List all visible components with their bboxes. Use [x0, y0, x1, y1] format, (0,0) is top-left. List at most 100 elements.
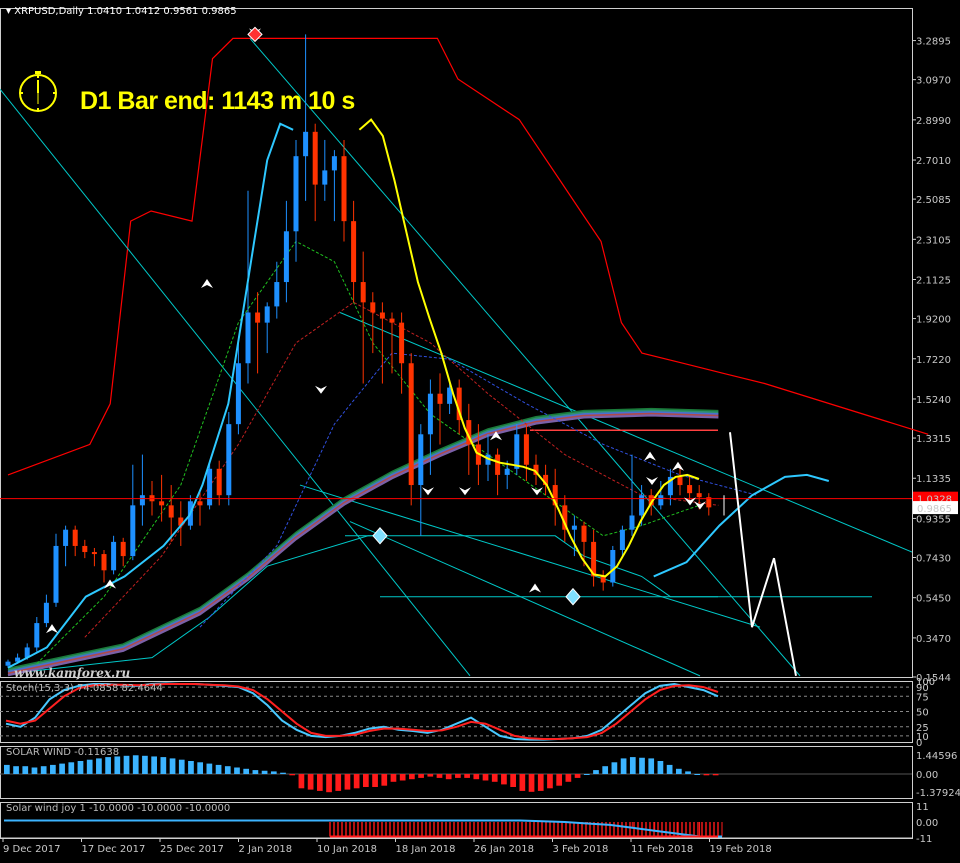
solar-bar	[59, 763, 65, 774]
price-tick-label: 2.3105	[916, 235, 951, 246]
candle-body	[341, 156, 347, 222]
chevron-down-icon[interactable]: ▾	[6, 6, 11, 17]
candle-body	[43, 602, 49, 624]
solar-bar	[445, 774, 452, 780]
solar-bar	[160, 757, 167, 774]
candle-body	[399, 322, 405, 364]
stoch-tick-label: 75	[916, 692, 929, 703]
candle-body	[322, 170, 328, 185]
lower-band-line	[7, 535, 872, 675]
candle-body	[235, 363, 241, 425]
solar-bar	[510, 774, 516, 787]
candle-body	[197, 501, 203, 506]
ma-ribbon-line	[7, 409, 719, 672]
candle-body	[629, 515, 635, 530]
diamond-marker-icon	[372, 527, 388, 545]
price-tick-label: 1.9200	[916, 315, 951, 326]
solar-bar	[556, 774, 563, 786]
ma-dashed-blue	[199, 352, 757, 628]
solar-bar	[151, 756, 157, 774]
trendline	[249, 38, 801, 677]
stoch-tick-label: 0	[916, 738, 922, 749]
price-tick-label: 0.9355	[916, 514, 951, 525]
candle-body	[101, 554, 107, 571]
candle-body	[91, 552, 97, 555]
solar-bar	[593, 770, 599, 774]
solar-bar	[639, 757, 645, 774]
solar-tick-label: -1.37924	[916, 788, 960, 799]
candle-body	[34, 623, 40, 648]
candle-body	[264, 306, 270, 323]
x-tick-label: 18 Jan 2018	[396, 844, 456, 855]
candle-body	[159, 501, 165, 506]
solar-bar	[261, 770, 268, 774]
solar-bar	[464, 774, 470, 778]
solar-bar	[77, 761, 84, 774]
candle-body	[351, 221, 357, 283]
stoch-tick-label: 50	[916, 708, 929, 719]
candle-body	[571, 525, 577, 530]
solar-joy-pane-label: Solar wind joy 1 -10.0000 -10.0000 -10.0…	[6, 803, 231, 814]
candle-body	[255, 312, 261, 323]
candle-body	[130, 505, 136, 557]
solar-bar	[289, 774, 296, 776]
joy-tick-label: 11	[916, 802, 929, 813]
chart-canvas[interactable]: 3.2895 3.0970 2.8990 2.7010 2.5085 2.3105 2.11…	[0, 0, 960, 863]
x-tick-label: 2 Jan 2018	[239, 844, 293, 855]
ma-cyan-line	[7, 122, 294, 669]
candle-body	[418, 434, 424, 486]
solar-bar	[50, 764, 56, 774]
candle-body	[216, 468, 222, 496]
solar-bar	[473, 774, 480, 780]
solar-bar	[353, 774, 360, 789]
x-tick-label: 19 Feb 2018	[710, 844, 772, 855]
solar-bar	[372, 774, 378, 787]
price-tick-label: 1.1335	[916, 474, 951, 485]
price-tick-label: 2.7010	[916, 156, 951, 167]
candle-body	[379, 312, 385, 319]
solar-bar	[105, 757, 111, 774]
candle-body	[293, 156, 299, 232]
solar-bar	[675, 768, 682, 774]
price-tick-label: 1.5240	[916, 395, 951, 406]
diamond-marker-icon	[565, 587, 581, 606]
ma-yellow-line	[358, 118, 700, 578]
solar-bar	[399, 774, 406, 781]
solar-bar	[114, 756, 121, 774]
solar-tick-label: 0.00	[916, 770, 938, 781]
solar-bar	[390, 774, 397, 782]
solar-bar	[316, 774, 323, 791]
solar-bar	[363, 774, 369, 787]
candle-body	[427, 393, 433, 435]
x-tick-label: 11 Feb 2018	[631, 844, 693, 855]
x-tick-label: 25 Dec 2017	[160, 844, 224, 855]
price-tick-label: 3.2895	[916, 37, 951, 48]
solar-bar	[4, 764, 10, 774]
candle-body	[111, 541, 117, 571]
candle-body	[168, 505, 174, 518]
candle-body	[389, 318, 395, 323]
solar-bar	[215, 764, 222, 774]
solar-bar	[344, 774, 351, 790]
candle-body	[274, 282, 280, 307]
solar-bar	[666, 764, 673, 774]
buy-arrow-icon	[672, 461, 684, 471]
price-tick-label: 1.7220	[916, 355, 951, 366]
sell-arrow-icon	[315, 385, 327, 394]
solar-bar	[298, 774, 305, 789]
clock-icon	[19, 71, 57, 112]
solar-bar	[31, 767, 38, 774]
bid-price-label: 0.9865	[917, 504, 952, 515]
joy-tick-label: 0.00	[916, 818, 938, 829]
solar-bar	[252, 770, 259, 774]
price-tick-label: 0.5450	[916, 594, 951, 605]
watermark: www.kamforex.ru	[14, 666, 131, 680]
candle-body	[82, 545, 88, 553]
solar-bar	[602, 766, 609, 774]
solar-bar	[629, 757, 636, 774]
solar-bar	[611, 762, 618, 774]
solar-bar	[68, 762, 75, 774]
solar-bar	[123, 755, 130, 774]
candle-body	[370, 302, 376, 313]
candle-body	[312, 131, 318, 185]
